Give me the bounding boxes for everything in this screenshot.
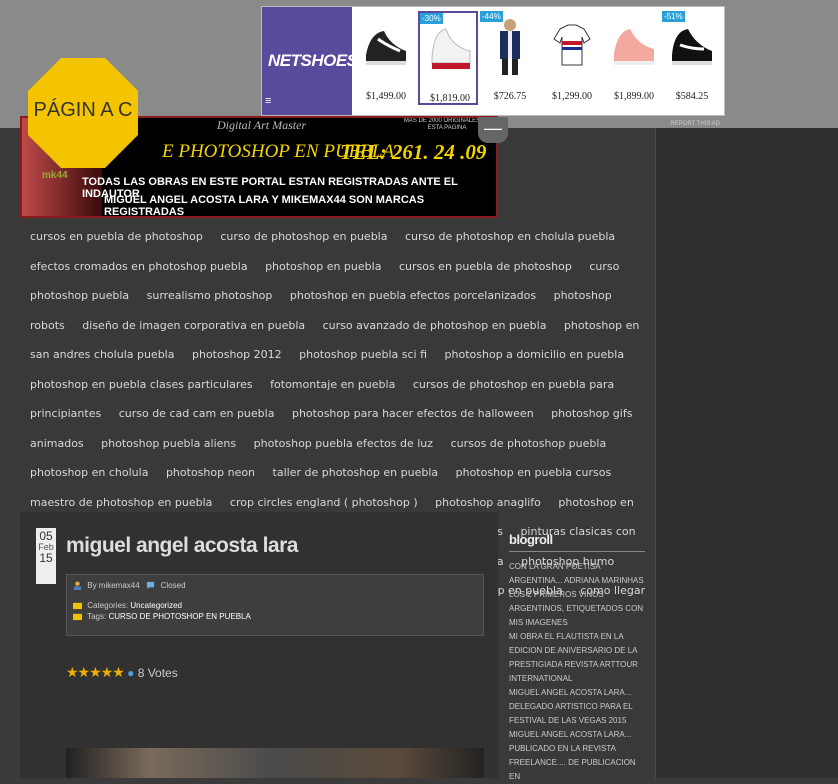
blogroll-link[interactable]: LOS 2 PRIMEROS VINOS ARGENTINOS, ETIQUET… xyxy=(509,588,645,630)
tag-link[interactable]: photoshop para hacer efectos de hallowee… xyxy=(292,407,534,420)
blogroll-link[interactable]: CON LA GRAN POETISA ARGENTINA... ADRIANA… xyxy=(509,560,645,588)
ad-price: $726.75 xyxy=(493,91,527,102)
sneaker-icon xyxy=(614,29,654,65)
tag-link[interactable]: photoshop neon xyxy=(166,466,255,479)
post-date: 05 Feb 15 xyxy=(36,528,56,584)
post-title[interactable]: miguel angel acosta lara xyxy=(66,534,298,558)
tag-link[interactable]: curso de photoshop en puebla xyxy=(220,230,387,243)
tag-link[interactable]: maestro de photoshop en puebla xyxy=(30,496,212,509)
post-meta: By mikemax44 Closed Categories: Uncatego… xyxy=(66,574,484,636)
post-day: 05 xyxy=(39,529,53,543)
tag-link[interactable]: photoshop a domicilio en puebla xyxy=(445,348,625,361)
category-link[interactable]: Uncategorized xyxy=(130,601,182,610)
tag-link[interactable]: surrealismo photoshop xyxy=(147,289,273,302)
tag-link[interactable]: taller de photoshop en puebla xyxy=(273,466,439,479)
tags-label: Tags: xyxy=(87,612,107,621)
vote-count: 8 Votes xyxy=(137,666,178,680)
sneaker-icon xyxy=(366,31,406,65)
ad-product-5[interactable]: $1,899.00 xyxy=(604,11,664,105)
blogroll-title: blogroll xyxy=(509,532,645,552)
ad-brand-panel[interactable]: NETSHOES ≡ xyxy=(262,7,358,115)
comment-icon xyxy=(147,582,155,590)
tag-link[interactable]: curso de cad cam en puebla xyxy=(119,407,275,420)
blogroll-link[interactable]: MIGUEL ANGEL ACOSTA LARA... PUBLICADO EN… xyxy=(509,728,645,784)
tag-link[interactable]: cursos en puebla de photoshop xyxy=(399,260,572,273)
ad-menu-icon[interactable]: ≡ xyxy=(265,95,271,107)
ad-price: $584.25 xyxy=(675,91,709,102)
folder-icon xyxy=(73,603,82,610)
discount-badge: -30% xyxy=(420,13,443,24)
ad-price: $1,899.00 xyxy=(614,91,654,102)
page-badge[interactable]: PÁGIN A C xyxy=(28,58,138,168)
jersey-icon xyxy=(553,24,591,66)
tag-link[interactable]: cursos en puebla de photoshop xyxy=(30,230,203,243)
rating[interactable]: ★★★★★ ● 8 Votes xyxy=(66,664,178,681)
post-image[interactable] xyxy=(66,748,484,778)
tag-link[interactable]: photoshop en puebla efectos porcelanizad… xyxy=(290,289,536,302)
ad-product-4[interactable]: $1,299.00 xyxy=(542,11,602,105)
ad-product-6[interactable]: -51% $584.25 xyxy=(662,11,722,105)
tag-link[interactable]: efectos cromados en photoshop puebla xyxy=(30,260,248,273)
ad-price: $1,819.00 xyxy=(430,93,470,104)
tag-link[interactable]: photoshop 2012 xyxy=(192,348,282,361)
tag-link[interactable]: photoshop en cholula xyxy=(30,466,148,479)
tag-link[interactable]: CURSO DE PHOTOSHOP EN PUEBLA xyxy=(108,612,250,621)
tag-link[interactable]: diseño de imagen corporativa en puebla xyxy=(82,319,305,332)
banner-phone: TEL: 261. 24 .09 xyxy=(340,140,487,164)
tag-link[interactable]: photoshop anaglifo xyxy=(435,496,541,509)
netshoes-ad[interactable]: NETSHOES ≡ $1,499.00 -30% $1,819.00 -44%… xyxy=(261,6,725,127)
sneaker-icon xyxy=(672,29,712,65)
ad-product-1[interactable]: $1,499.00 xyxy=(356,11,416,105)
post-comments[interactable]: Closed xyxy=(161,581,186,590)
post-author[interactable]: By mikemax44 xyxy=(87,581,139,590)
tag-link[interactable]: photoshop en puebla cursos xyxy=(456,466,612,479)
banner-line-2: MIGUEL ANGEL ACOSTA LARA Y MIKEMAX44 SON… xyxy=(104,194,425,218)
discount-badge: -51% xyxy=(662,11,685,22)
banner-logo: mk44 xyxy=(42,170,68,181)
tag-link[interactable]: photoshop puebla aliens xyxy=(101,437,236,450)
ad-price: $1,299.00 xyxy=(552,91,592,102)
tag-icon xyxy=(73,614,82,621)
ad-price: $1,499.00 xyxy=(366,91,406,102)
sneaker-icon xyxy=(431,28,471,69)
ad-product-3[interactable]: -44% $726.75 xyxy=(480,11,540,105)
post-year: 15 xyxy=(39,551,53,565)
right-column xyxy=(655,128,838,778)
jacket-person-icon xyxy=(500,19,520,75)
tag-link[interactable]: fotomontaje en puebla xyxy=(270,378,395,391)
ad-brand-name: NETSHOES xyxy=(268,51,358,70)
banner-subtitle: Digital Art Master xyxy=(217,118,307,132)
blogroll-widget: blogroll CON LA GRAN POETISA ARGENTINA..… xyxy=(509,532,645,784)
tag-link[interactable]: crop circles england ( photoshop ) xyxy=(230,496,418,509)
tag-link[interactable]: photoshop en puebla xyxy=(265,260,381,273)
tag-link[interactable]: photoshop en puebla clases particulares xyxy=(30,378,253,391)
post-card: 05 Feb 15 miguel angel acosta lara By mi… xyxy=(20,512,498,778)
star-rating-icon[interactable]: ★★★★★ xyxy=(66,664,125,680)
user-icon xyxy=(73,581,82,591)
report-ad-link[interactable]: REPORT THIS AD xyxy=(670,121,720,127)
discount-badge: -44% xyxy=(480,11,503,22)
tag-link[interactable]: curso de photoshop en cholula puebla xyxy=(405,230,615,243)
tag-link[interactable]: curso avanzado de photoshop en puebla xyxy=(323,319,547,332)
tag-link[interactable]: cursos de photoshop puebla xyxy=(451,437,607,450)
blogroll-link[interactable]: MIGUEL ANGEL ACOSTA LARA... DELEGADO ART… xyxy=(509,686,645,728)
collapse-button[interactable]: — xyxy=(478,117,508,143)
info-icon: ● xyxy=(127,666,135,680)
tag-link[interactable]: photoshop puebla efectos de luz xyxy=(254,437,433,450)
categories-label: Categories: xyxy=(87,601,129,610)
blogroll-link[interactable]: MI OBRA EL FLAUTISTA EN LA EDICION DE AN… xyxy=(509,630,645,686)
ad-product-2[interactable]: -30% $1,819.00 xyxy=(418,11,478,105)
tag-link[interactable]: photoshop puebla sci fi xyxy=(299,348,427,361)
